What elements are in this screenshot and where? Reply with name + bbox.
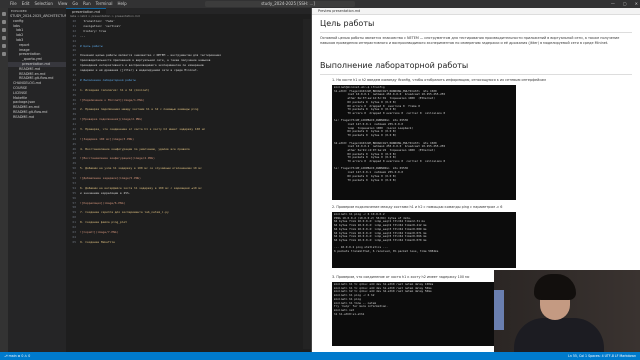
window-controls: — ▢ ✕ xyxy=(611,0,638,8)
explorer-item[interactable]: README.md xyxy=(8,115,66,120)
menu-item-terminal[interactable]: Terminal xyxy=(96,0,113,8)
code-text: # Цель работы xyxy=(80,43,103,48)
code-text: проведения интерактивного и воспроизводи… xyxy=(80,63,204,68)
code-text: ![Скрипт](image/7.PNG) xyxy=(80,229,119,234)
menu-item-selection[interactable]: Selection xyxy=(34,0,52,8)
code-text: задержки и её дрожания (jitter) в модели… xyxy=(80,68,199,73)
menu-item-file[interactable]: File xyxy=(10,0,17,8)
code-text: производительности приложений в виртуаль… xyxy=(80,58,211,63)
code-text: 7. Создание скрипта для эксперимента lab… xyxy=(80,210,169,215)
code-text: 1. Исходная топология: h1 и h2 (mininet) xyxy=(80,87,150,92)
webcam-window xyxy=(494,290,504,330)
preview-heading-goal: Цель работы xyxy=(320,19,375,28)
code-text: и значением корреляции в 25%. xyxy=(80,190,131,195)
remote-explorer-icon[interactable] xyxy=(2,52,6,56)
terminal-screenshot-delay: mininet> h1 tc qdisc add dev h1-eth0 roo… xyxy=(332,282,506,346)
preview-step-3: 3. Проверим, что соединение от хоста h1 … xyxy=(332,275,470,279)
preview-step-1: 1. На хосте h1 и h2 введем команду ifcon… xyxy=(332,78,546,82)
code-text: history: true xyxy=(80,28,107,33)
code-text: Основной целью работы является знакомств… xyxy=(80,53,221,58)
source-control-icon[interactable] xyxy=(2,28,6,32)
preview-step-2: 2. Проверим подключение между хостами h1… xyxy=(332,205,503,209)
run-debug-icon[interactable] xyxy=(2,36,6,40)
code-text: 4. Восстановление конфигурации по умолча… xyxy=(80,146,190,151)
menu-item-help[interactable]: Help xyxy=(118,0,127,8)
code-text: 8. Создание файла ping_plot xyxy=(80,220,127,225)
code-text: transition: 'fade' xyxy=(80,19,115,23)
file-explorer: EXPLORER STUDY_2024-2025_ARCHITECTURE...… xyxy=(8,8,66,352)
code-text: ![Восстановление конфигурации](image/4.P… xyxy=(80,156,155,161)
title-bar: File Edit Selection View Go Run Terminal Help s… xyxy=(0,0,640,8)
activity-bar xyxy=(0,8,8,352)
preview-goal-text: Основной целью работы является знакомств… xyxy=(320,36,620,45)
code-text: ![Добавление задержки](image/5.PNG) xyxy=(80,176,141,180)
explorer-icon[interactable] xyxy=(2,12,6,16)
menu-item-view[interactable]: View xyxy=(58,0,68,8)
menu-item-go[interactable]: Go xyxy=(72,0,78,8)
status-left[interactable]: ⎇ main ⊗ 0 ⚠ 0 xyxy=(4,352,30,360)
code-text: ![Проверка подключения](image/2.PNG) xyxy=(80,117,143,122)
line-number: 65 xyxy=(72,239,76,244)
heading-rule xyxy=(320,32,632,33)
preview-heading-work: Выполнение лабораторной работы xyxy=(320,61,469,70)
code-text: 9. Создание Makefile xyxy=(80,239,115,244)
code-text: ![Корреляция](image/6.PNG) xyxy=(80,200,126,205)
code-text: # Выполнение лабораторной работы xyxy=(80,77,136,82)
terminal-screenshot-ping: mininet> h1 ping -c 6 10.0.0.2 PING 10.0… xyxy=(332,212,516,268)
code-text: 2. Проверка подключения между хостами h1… xyxy=(80,107,199,112)
minimize-button[interactable]: — xyxy=(611,0,615,8)
terminal-screenshot-ifconfig: mininet@mininet-vm:~$ ifconfig h1-eth0: … xyxy=(332,85,516,200)
menu-item-run[interactable]: Run xyxy=(83,0,91,8)
close-button[interactable]: ✕ xyxy=(635,0,638,8)
extensions-icon[interactable] xyxy=(2,44,6,48)
maximize-button[interactable]: ▢ xyxy=(623,0,627,8)
status-bar: ⎇ main ⊗ 0 ⚠ 0 Ln 55, Col 1 Spaces: 4 UT… xyxy=(0,352,640,360)
code-text: navigation: 'vertical' xyxy=(80,23,122,28)
window-title: study_2024-2025 [SSH: ...] xyxy=(261,1,315,6)
code-text: 3. Проверка, что соединение от хоста h1 … xyxy=(80,126,206,131)
minimap[interactable] xyxy=(303,19,311,349)
code-text: --- xyxy=(80,33,86,38)
code-lines[interactable]: 20 transition: 'fade' 21 navigation: 'ver… xyxy=(66,19,311,245)
code-text: 5. Добавим на узле h1 задержку в 100 мс … xyxy=(80,166,202,171)
webcam-overlay xyxy=(494,270,640,352)
code-line[interactable]: 65 9. Создание Makefile xyxy=(66,240,311,245)
menu-bar: File Edit Selection View Go Run Terminal Help xyxy=(10,0,127,8)
tab-preview[interactable]: Preview presentation.md xyxy=(312,8,640,15)
code-text: ![Подключение к Mininet](image/1.PNG) xyxy=(80,97,145,102)
search-icon[interactable] xyxy=(2,20,6,24)
status-right[interactable]: Ln 55, Col 1 Spaces: 4 UTF-8 LF Markdown xyxy=(568,352,636,360)
heading-rule xyxy=(320,74,632,75)
person-body xyxy=(514,318,604,352)
code-text: 6. Добавим на интерфейсе хоста h1 задерж… xyxy=(80,185,202,190)
menu-item-edit[interactable]: Edit xyxy=(22,0,30,8)
code-text: ![Задержка 100 мс](image/3.PNG) xyxy=(80,136,134,141)
code-editor[interactable]: presentation.md labs > lab4 > presentati… xyxy=(66,8,311,352)
